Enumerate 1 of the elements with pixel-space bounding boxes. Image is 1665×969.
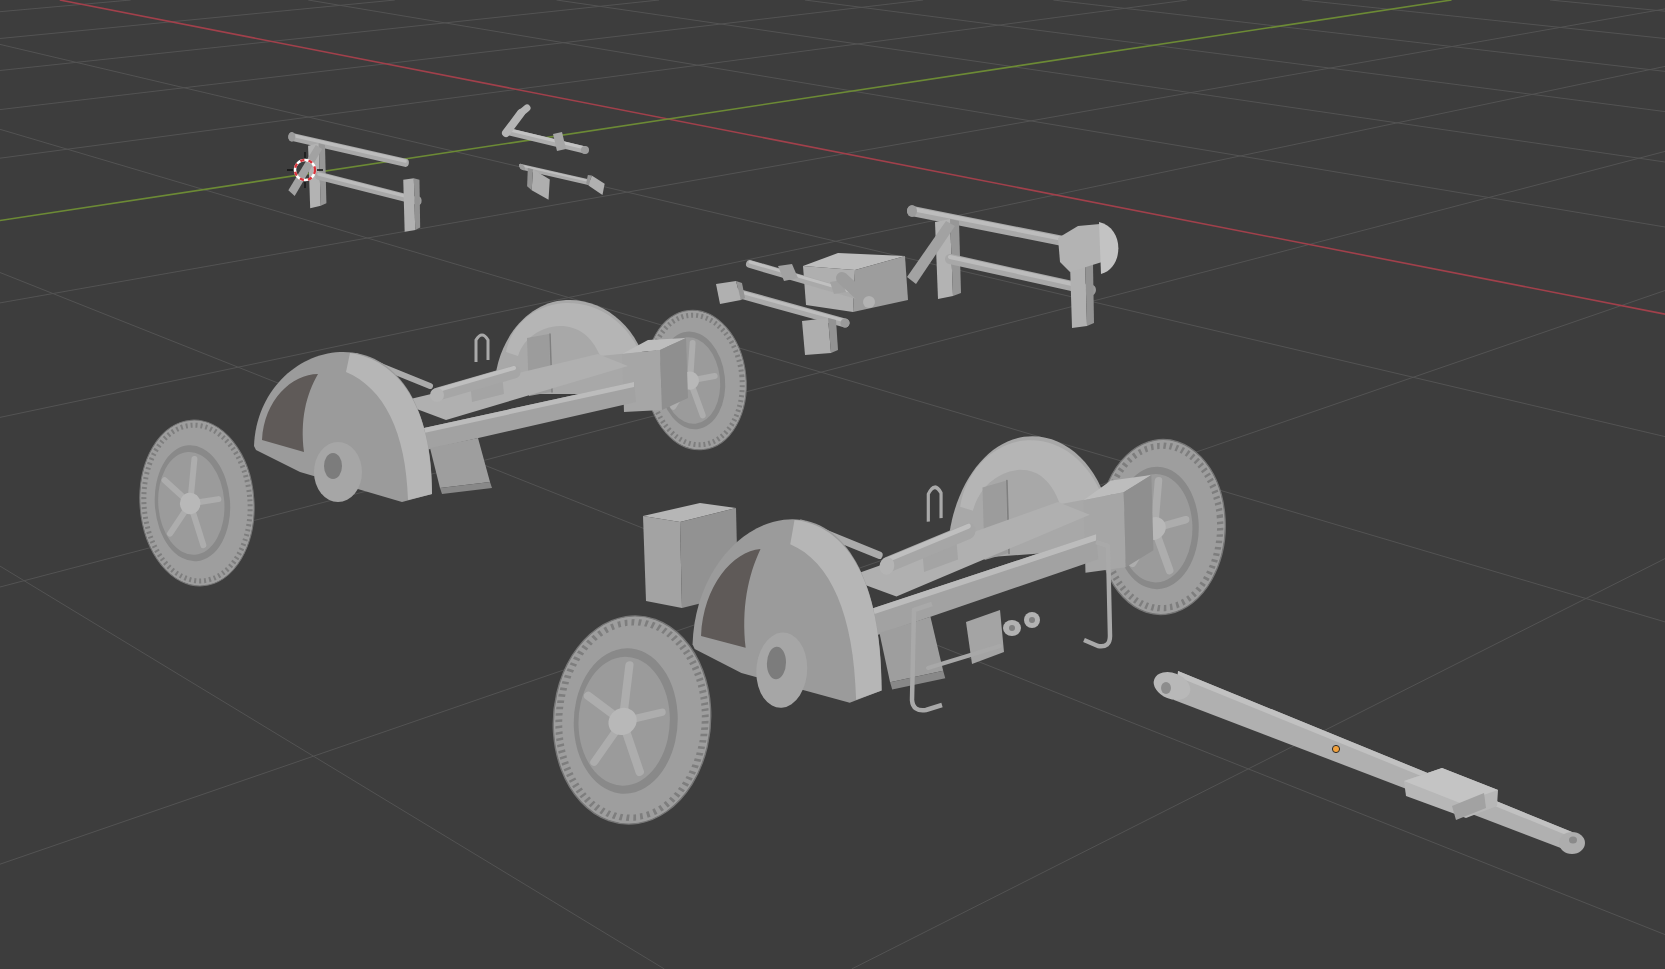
- origin-dot-icon: [1331, 744, 1341, 754]
